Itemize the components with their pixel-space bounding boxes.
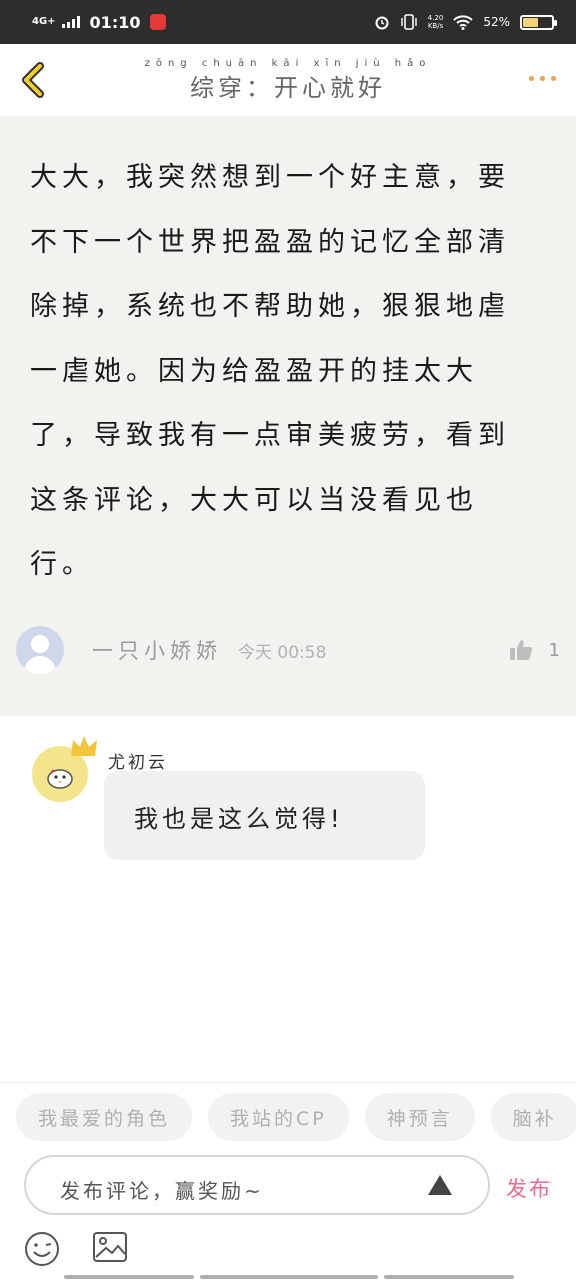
net-speed: 4.20 KB/s <box>428 14 444 30</box>
page-title: 综穿：开心就好 <box>0 68 576 103</box>
author-avatar[interactable] <box>16 626 64 674</box>
post-time-value: 00:58 <box>277 642 327 663</box>
post-time-label: 今天 <box>238 642 272 663</box>
page-title-text: 综穿：开心就好 <box>190 74 386 102</box>
status-left: 4G+ 01:10 <box>32 12 167 32</box>
commenter-name[interactable]: 尤初云 <box>108 748 168 773</box>
image-icon[interactable] <box>92 1231 128 1263</box>
vibrate-icon <box>401 14 417 30</box>
like-count: 1 <box>548 639 560 661</box>
alarm-icon <box>375 16 389 30</box>
comment-composer: 我最爱的角色 我站的CP 神预言 脑补 发布评论，赢奖励~ 发布 <box>0 1082 576 1280</box>
comment-input-placeholder: 发布评论，赢奖励~ <box>60 1179 264 1203</box>
net-speed-value: 4.20 <box>427 14 444 22</box>
page-title-pinyin: zōng chuān kāi xīn jiù hǎo <box>144 58 432 69</box>
status-time: 01:10 <box>89 12 141 32</box>
story-line: 不下一个世界把盈盈的记忆全部清 <box>30 226 510 258</box>
comment-text: 我也是这么觉得! <box>134 805 344 833</box>
publish-button[interactable]: 发布 <box>506 1173 552 1203</box>
quick-tags: 我最爱的角色 我站的CP 神预言 脑补 <box>16 1093 576 1141</box>
net-speed-unit: KB/s <box>427 22 444 30</box>
author-row: 一只小娇娇 今天 00:58 1 <box>16 626 560 674</box>
story-text: 大大，我突然想到一个好主意，要 不下一个世界把盈盈的记忆全部清 除掉，系统也不帮… <box>30 146 550 598</box>
smile-icon[interactable] <box>24 1231 60 1267</box>
status-right: 4.20 KB/s 52% <box>374 14 557 30</box>
battery-level <box>523 17 538 27</box>
quick-tag[interactable]: 我站的CP <box>208 1093 349 1141</box>
like-button[interactable]: 1 <box>509 639 560 661</box>
battery-percent: 52% <box>483 15 510 29</box>
story-line: 除掉，系统也不帮助她，狠狠地虐 <box>30 291 510 322</box>
gesture-bar <box>64 1275 514 1279</box>
comment-bubble: 我也是这么觉得! <box>104 771 425 860</box>
comment-section: 尤初云 我也是这么觉得! <box>0 716 576 1082</box>
more-dots-icon[interactable] <box>529 76 556 81</box>
post-time: 今天 00:58 <box>238 638 326 663</box>
story-line: 了，导致我有一点审美疲劳，看到 <box>30 420 510 451</box>
app-notification-icon <box>150 14 167 30</box>
thumb-up-icon <box>509 640 532 660</box>
quick-tag[interactable]: 我最爱的角色 <box>16 1093 193 1141</box>
story-line: 一虐她。因为给盈盈开的挂太大 <box>30 355 478 387</box>
quick-tag[interactable]: 脑补 <box>490 1093 576 1141</box>
story-content: 大大，我突然想到一个好主意，要 不下一个世界把盈盈的记忆全部清 除掉，系统也不帮… <box>0 116 576 716</box>
crown-icon <box>71 736 97 756</box>
comment-input[interactable]: 发布评论，赢奖励~ <box>24 1155 490 1215</box>
story-line: 行。 <box>30 549 94 580</box>
signal-icon <box>61 16 80 28</box>
status-bar: 4G+ 01:10 4.20 KB/s 52% <box>0 0 576 44</box>
up-arrow-icon[interactable] <box>428 1175 452 1195</box>
header: 综穿：开心就好 zōng chuān kāi xīn jiù hǎo <box>0 44 576 116</box>
quick-tag[interactable]: 神预言 <box>364 1093 475 1141</box>
story-line: 这条评论，大大可以当没看见也 <box>30 484 478 516</box>
story-line: 大大，我突然想到一个好主意，要 <box>30 162 510 193</box>
network-type: 4G+ <box>32 16 56 27</box>
wifi-icon <box>453 15 474 30</box>
author-name[interactable]: 一只小娇娇 <box>92 635 222 665</box>
battery-icon <box>520 14 557 30</box>
